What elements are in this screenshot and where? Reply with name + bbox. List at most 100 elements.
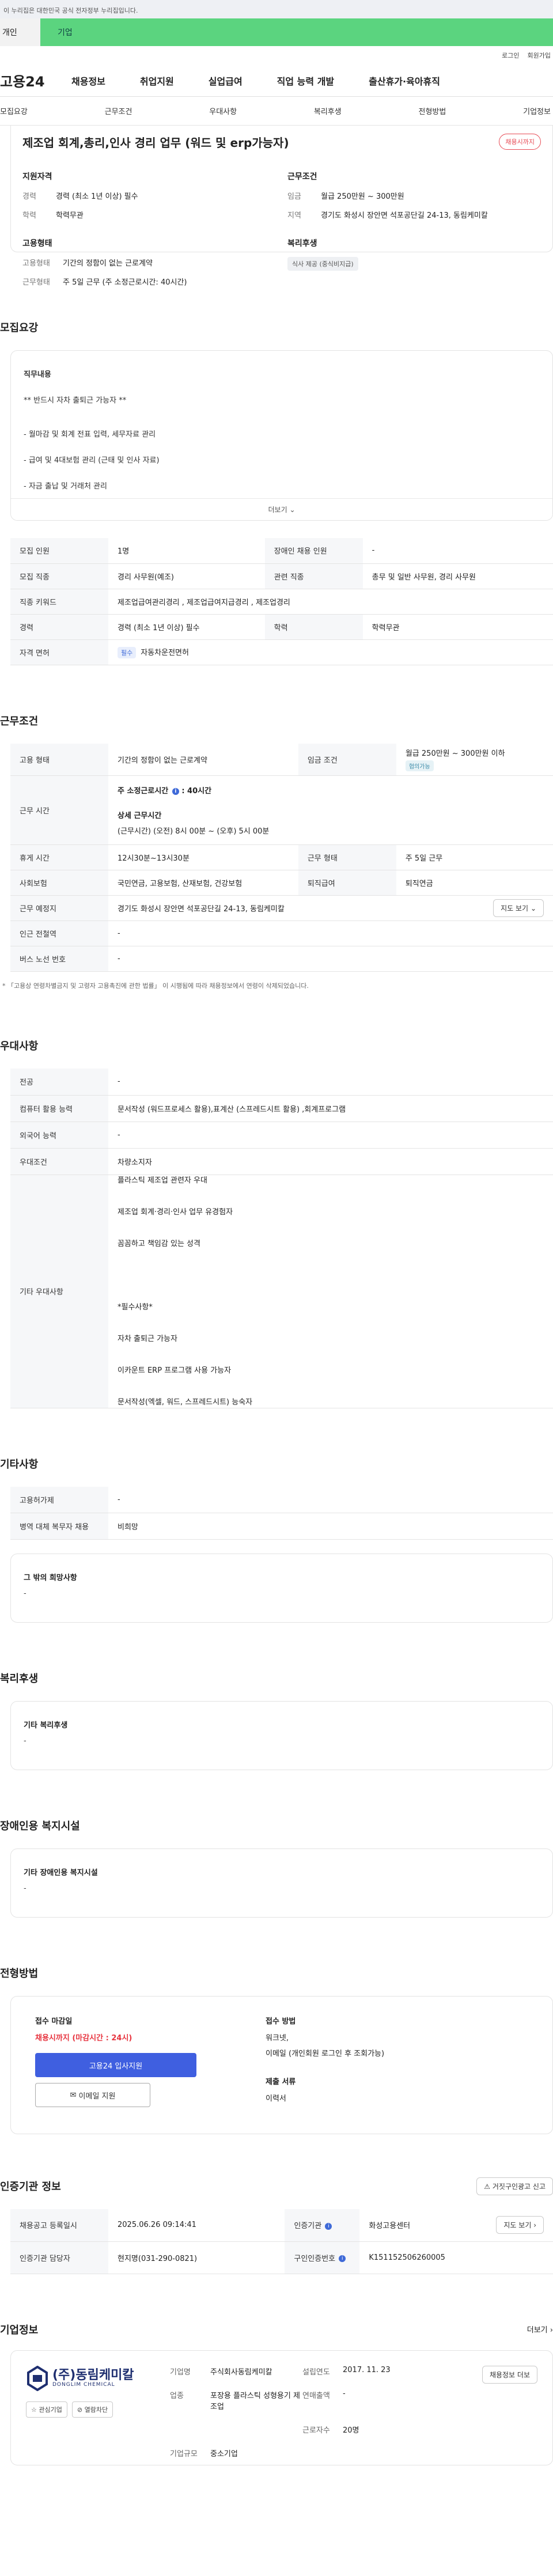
docs-value: 이력서 (266, 2094, 286, 2103)
subnav-company[interactable]: 기업정보 (523, 105, 551, 116)
company-more-link[interactable]: 더보기 › (527, 2324, 553, 2335)
subnav-preference[interactable]: 우대사항 (209, 105, 237, 116)
duty-more-button[interactable]: 더보기 ⌄ (11, 498, 552, 520)
cell-label: 고용 형태 (10, 743, 108, 776)
subnav-welfare[interactable]: 복리후생 (314, 105, 342, 116)
duty-card: 직무내용 ** 반드시 자차 출퇴근 가능자 ** - 월마감 및 회계 전표 … (10, 350, 553, 521)
hours-detail: (근무시간) (오전) 8시 00분 ~ (오후) 5시 00분 (118, 827, 270, 836)
gnb-vocational-training[interactable]: 직업 능력 개발 (277, 74, 334, 88)
box-title: 기타 복리후생 (24, 1721, 68, 1730)
cell-value: 제조업급여관리경리 , 제조업급여지급경리 , 제조업경리 (108, 589, 553, 615)
duty-line: ** 반드시 자차 출퇴근 가능자 ** (24, 396, 127, 405)
cell-label: 사회보험 (10, 870, 108, 896)
tab-individual[interactable]: 개인 (0, 18, 40, 46)
favorite-company-button[interactable]: ☆ 관심기업 (26, 2401, 67, 2418)
cell-value: 학력무관 (362, 614, 553, 640)
work-value: 경기도 화성시 장안면 석포공단길 24-13, 동림케미칼 (321, 211, 488, 220)
gnb-jobs[interactable]: 채용정보 (71, 74, 105, 88)
cell-value: 차량소지자 (108, 1148, 553, 1175)
status-badge: 채용시까지 (499, 134, 541, 150)
block-company-button[interactable]: ⊘ 열람차단 (71, 2401, 113, 2418)
company-value: 2017. 11. 23 (343, 2365, 391, 2374)
global-nav: 고용24 채용정보 취업지원 실업급여 직업 능력 개발 출산휴가·육아휴직 (0, 65, 553, 97)
cell-value: 주 5일 근무 (396, 844, 553, 870)
top-tabs: 개인 기업 (0, 18, 553, 46)
pref-line: *필수사항* (118, 1302, 153, 1312)
company-logo-kr: (주)동림케미칼 (52, 2367, 134, 2382)
subnav-recruit[interactable]: 모집요강 (0, 105, 28, 116)
site-logo[interactable]: 고용24 (0, 70, 71, 90)
cell-value: 문서작성 (워드프로세스 활용),표계산 (스프레드시트 활용) ,회계프로그램 (108, 1095, 553, 1122)
company-value: - (343, 2389, 346, 2398)
qual-label: 학력 (22, 211, 36, 220)
cell-label: 인증기관 담당자 (10, 2241, 108, 2274)
cell-value: 국민연금, 고용보험, 산재보험, 건강보험 (108, 870, 298, 896)
cell-label: 컴퓨터 활용 능력 (10, 1095, 108, 1122)
company-label: 기업규모 (170, 2449, 198, 2458)
gnb-parental-leave[interactable]: 출산휴가·육아휴직 (369, 74, 440, 88)
duty-heading: 직무내용 (24, 370, 51, 379)
box-title: 그 밖의 희망사항 (24, 1574, 77, 1582)
emp-value: 주 5일 근무 (주 소정근로시간: 40시간) (63, 278, 187, 287)
work-condition-heading: 근무조건 (287, 172, 317, 181)
subnav-condition[interactable]: 근무조건 (105, 105, 132, 116)
agency-map-button[interactable]: 지도 보기 › (496, 2216, 544, 2234)
duty-line: - 월마감 및 회계 전표 입력, 세무자료 관리 (24, 430, 156, 439)
info-icon[interactable]: i (172, 787, 179, 795)
info-icon[interactable]: i (325, 2222, 332, 2230)
disability-card: 기타 장애인용 복지시설 - (10, 1848, 553, 1918)
pref-line: 이카운트 ERP 프로그램 사용 가능자 (118, 1366, 232, 1375)
work-label: 임금 (287, 192, 301, 201)
condition-section-title: 근무조건 (0, 715, 39, 728)
wage-value: 월급 250만원 ~ 300만원 이하 (405, 749, 505, 759)
info-icon[interactable]: i (339, 2255, 346, 2262)
cell-label: 자격 면허 (10, 639, 108, 665)
cell-value: 총무 및 일반 사무원, 경리 사무원 (362, 563, 553, 589)
etc-hope-card: 그 밖의 희망사항 - (10, 1554, 553, 1623)
gnb-employment-support[interactable]: 취업지원 (140, 74, 174, 88)
cell-label: 외국어 능력 (10, 1122, 108, 1149)
agency-section-title: 인증기관 정보 (0, 2181, 61, 2193)
pref-line: 문서작성(엑셀, 워드, 스프레드시트) 능숙자 (118, 1397, 253, 1407)
etc-section-title: 기타사항 (0, 1458, 39, 1471)
false-ad-report-button[interactable]: ⚠ 거짓구인광고 신고 (476, 2177, 553, 2195)
cell-label: 모집 직종 (10, 563, 108, 589)
company-jobs-button[interactable]: 채용정보 더보 (482, 2365, 537, 2384)
login-link[interactable]: 로그인 (502, 51, 519, 60)
cell-value: 퇴직연금 (396, 870, 553, 896)
company-value: 20명 (343, 2426, 359, 2435)
cell-label: 퇴직급여 (298, 870, 396, 896)
disability-section-title: 장애인용 복지시설 (0, 1820, 80, 1832)
gnb-unemployment-benefit[interactable]: 실업급여 (209, 74, 243, 88)
cell-label: 우대조건 (10, 1148, 108, 1175)
cell-label: 경력 (10, 614, 108, 640)
cell-label: 직종 키워드 (10, 589, 108, 615)
condition-table: 고용 형태 기간의 정함이 없는 근로계약 임금 조건 월급 250만원 ~ 300만… (10, 743, 553, 972)
company-label: 연매출액 (302, 2391, 330, 2400)
tab-company[interactable]: 기업 (40, 18, 553, 46)
siren-icon: ⚠ (484, 2182, 493, 2191)
company-label: 기업명 (170, 2367, 191, 2377)
company-logo: (주)동림케미칼 DONGLIM CHEMICAL (26, 2365, 141, 2391)
company-label: 설립연도 (302, 2367, 330, 2377)
agency-table: 채용공고 등록일시 2025.06.26 09:14:41 인증기관 i 화성고용센터… (10, 2209, 553, 2274)
cell-value: 자동차운전면허 (141, 648, 189, 657)
subnav-process[interactable]: 전형방법 (419, 105, 446, 116)
method-line: 이메일 (개인회원 로그인 후 조회가능) (266, 2050, 385, 2058)
map-view-button[interactable]: 지도 보기 ⌄ (493, 899, 544, 917)
job-summary-card: 제조업 회계,총리,인사 경리 업무 (워드 및 erp가능자) 채용시까지 지… (10, 126, 553, 287)
job-title: 제조업 회계,총리,인사 경리 업무 (워드 및 erp가능자) (22, 135, 289, 150)
cell-value: 기간의 정함이 없는 근로계약 (108, 743, 298, 776)
cell-value: - (108, 920, 553, 946)
pref-line: 제조업 회계·경리·인사 업무 유경험자 (118, 1207, 233, 1217)
apply-button[interactable]: 고용24 입사지원 (35, 2053, 196, 2077)
star-icon: ☆ (31, 2405, 37, 2414)
cell-value: 비희망 (108, 1513, 553, 1540)
age-notice: * 「고용상 연령차별금지 및 고령자 고용촉진에 관한 법률」 이 시행됨에 … (2, 982, 309, 990)
cell-label: 모집 인원 (10, 538, 108, 564)
email-apply-button[interactable]: ✉ 이메일 지원 (35, 2083, 150, 2107)
join-link[interactable]: 회원가입 (528, 51, 551, 60)
cell-label: 휴게 시간 (10, 844, 108, 870)
company-label: 근로자수 (302, 2426, 330, 2435)
pref-line: 자차 출퇴근 가능자 (118, 1334, 177, 1343)
